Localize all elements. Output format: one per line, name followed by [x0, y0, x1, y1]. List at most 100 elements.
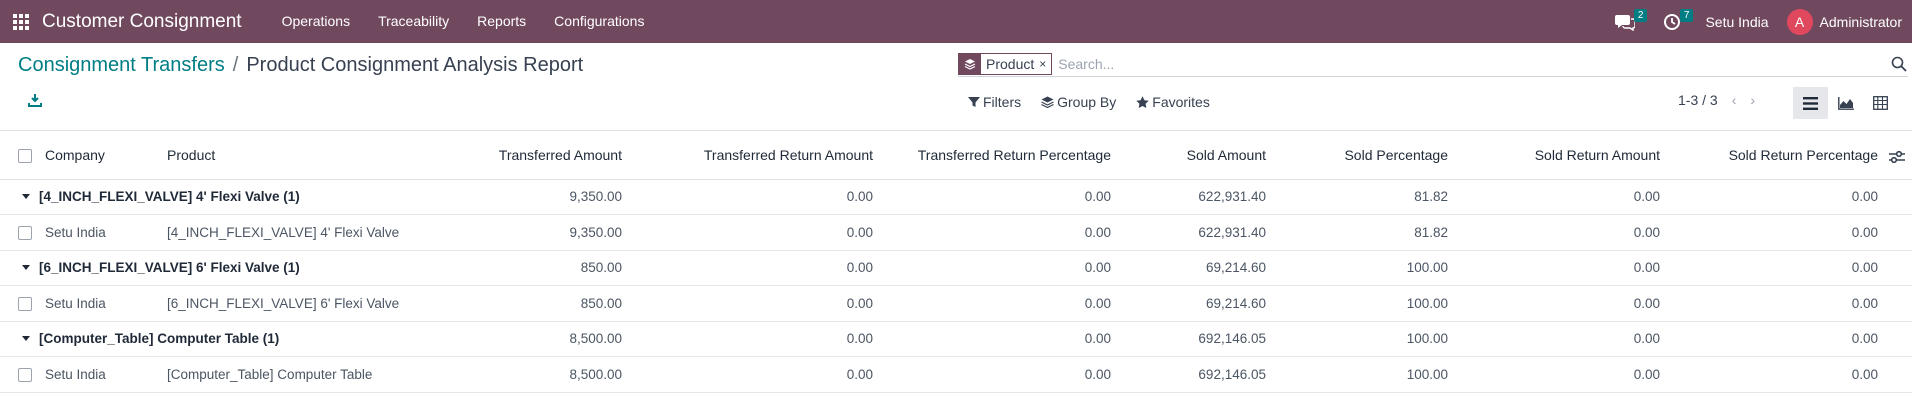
search-facet-product[interactable]: Product ×: [958, 52, 1053, 75]
table-row[interactable]: Setu India [Computer_Table] Computer Tab…: [0, 356, 1912, 392]
cell-transferred-return-percentage: 0.00: [1084, 366, 1111, 382]
pivot-view-icon: [1873, 96, 1888, 110]
cell-product: [6_INCH_FLEXI_VALVE] 6' Flexi Valve: [167, 295, 400, 311]
menu-configurations[interactable]: Configurations: [540, 0, 658, 43]
pager: 1-3 / 3 ‹ ›: [1678, 92, 1755, 108]
cell-product: [Computer_Table] Computer Table: [167, 366, 373, 382]
cell-sold-return-percentage: 0.00: [1851, 295, 1878, 311]
group-by-layers-icon: [959, 52, 981, 75]
cell-transferred-return-percentage: 0.00: [1084, 295, 1111, 311]
column-header-sold-amount[interactable]: Sold Amount: [1123, 131, 1278, 179]
cell-transferred-amount: 9,350.00: [569, 224, 622, 240]
column-header-sold-return-amount[interactable]: Sold Return Amount: [1460, 131, 1672, 179]
cell-sold-amount: 622,931.40: [1198, 224, 1266, 240]
column-header-sold-return-percentage[interactable]: Sold Return Percentage: [1672, 131, 1912, 179]
messages-count-badge: 2: [1633, 9, 1648, 22]
table-row[interactable]: Setu India [6_INCH_FLEXI_VALVE] 6' Flexi…: [0, 285, 1912, 321]
graph-view-button[interactable]: [1828, 87, 1863, 119]
breadcrumb-parent-link[interactable]: Consignment Transfers: [18, 54, 225, 77]
cell-transferred-return-amount: 0.00: [846, 366, 873, 382]
menu-traceability[interactable]: Traceability: [364, 0, 463, 43]
optional-columns-icon[interactable]: [1888, 150, 1906, 164]
select-all-checkbox[interactable]: [18, 148, 32, 163]
cell-sold-return-amount: 0.00: [1633, 295, 1660, 311]
group-by-label: Group By: [1057, 94, 1117, 110]
column-header-transferred-return-amount[interactable]: Transferred Return Amount: [634, 131, 885, 179]
group-sold-return-percentage: 0.00: [1851, 260, 1878, 275]
group-sold-amount: 622,931.40: [1198, 189, 1266, 204]
cell-transferred-return-amount: 0.00: [846, 224, 873, 240]
layers-icon: [1041, 96, 1054, 108]
favorites-button[interactable]: Favorites: [1136, 94, 1210, 110]
row-select-cell: [0, 356, 39, 392]
group-sold-return-amount: 0.00: [1633, 331, 1660, 346]
filters-button[interactable]: Filters: [968, 94, 1021, 110]
activities-button[interactable]: 7: [1649, 0, 1695, 43]
pager-value[interactable]: 1-3 / 3: [1678, 92, 1718, 108]
group-by-button[interactable]: Group By: [1041, 94, 1116, 110]
search-bar: Product ×: [958, 51, 1908, 77]
search-input[interactable]: [1058, 52, 1890, 75]
select-all-cell: [0, 131, 39, 179]
pager-next-icon[interactable]: ›: [1750, 92, 1755, 108]
cell-transferred-amount: 8,500.00: [569, 366, 622, 382]
group-sold-return-amount: 0.00: [1633, 189, 1660, 204]
search-icon[interactable]: [1890, 55, 1908, 73]
group-row[interactable]: [4_INCH_FLEXI_VALVE] 4' Flexi Valve (1) …: [0, 179, 1912, 214]
group-transferred-amount: 850.00: [580, 260, 622, 275]
group-sold-amount: 692,146.05: [1198, 331, 1266, 346]
group-row[interactable]: [Computer_Table] Computer Table (1) 8,50…: [0, 321, 1912, 356]
clock-icon: [1664, 13, 1681, 30]
graph-view-icon: [1837, 96, 1854, 110]
menu-operations[interactable]: Operations: [268, 0, 364, 43]
row-checkbox[interactable]: [18, 296, 32, 311]
caret-down-icon: [22, 193, 30, 199]
table-row[interactable]: Setu India [4_INCH_FLEXI_VALVE] 4' Flexi…: [0, 214, 1912, 250]
filter-bar: Filters Group By Favorites: [968, 91, 1230, 113]
menu-reports[interactable]: Reports: [463, 0, 540, 43]
row-select-cell: [0, 214, 39, 250]
group-row[interactable]: [6_INCH_FLEXI_VALVE] 6' Flexi Valve (1) …: [0, 250, 1912, 285]
report-table: Company Product Transferred Amount Trans…: [0, 131, 1912, 393]
company-switcher[interactable]: Setu India: [1695, 14, 1786, 30]
column-header-company[interactable]: Company: [39, 131, 159, 179]
caret-down-icon: [22, 264, 30, 270]
row-checkbox[interactable]: [18, 367, 32, 382]
cell-transferred-return-amount: 0.00: [846, 295, 873, 311]
filters-label: Filters: [983, 94, 1022, 110]
page-title: Product Consignment Analysis Report: [246, 54, 584, 76]
group-label-cell: [6_INCH_FLEXI_VALVE] 6' Flexi Valve (1): [0, 250, 405, 285]
group-transferred-return-amount: 0.00: [846, 260, 873, 275]
view-switcher: [1793, 87, 1898, 119]
breadcrumb-separator: /: [232, 54, 239, 76]
row-checkbox[interactable]: [18, 225, 32, 240]
column-header-transferred-return-percentage[interactable]: Transferred Return Percentage: [885, 131, 1123, 179]
group-transferred-return-percentage: 0.00: [1084, 331, 1111, 346]
pivot-view-button[interactable]: [1863, 87, 1898, 119]
list-view-button[interactable]: [1793, 87, 1828, 119]
top-navbar: Customer Consignment Operations Traceabi…: [0, 0, 1912, 43]
download-button[interactable]: [28, 93, 42, 107]
activities-count-badge: 7: [1679, 9, 1694, 22]
cell-sold-percentage: 100.00: [1406, 295, 1448, 311]
group-transferred-return-amount: 0.00: [846, 189, 873, 204]
cell-sold-amount: 69,214.60: [1205, 295, 1266, 311]
table-header-row: Company Product Transferred Amount Trans…: [0, 131, 1912, 179]
column-header-transferred-amount[interactable]: Transferred Amount: [405, 131, 634, 179]
group-transferred-amount: 9,350.00: [569, 189, 622, 204]
app-title[interactable]: Customer Consignment: [42, 11, 242, 33]
group-transferred-amount: 8,500.00: [569, 331, 622, 346]
messaging-button[interactable]: 2: [1601, 0, 1649, 43]
list-view-icon: [1803, 96, 1818, 110]
facet-remove-icon[interactable]: ×: [1039, 57, 1051, 71]
group-sold-percentage: 100.00: [1406, 260, 1448, 275]
user-menu[interactable]: A Administrator: [1786, 8, 1912, 35]
column-header-product[interactable]: Product: [159, 131, 405, 179]
cell-sold-return-amount: 0.00: [1633, 366, 1660, 382]
user-name: Administrator: [1819, 13, 1902, 30]
pager-previous-icon[interactable]: ‹: [1732, 92, 1737, 108]
chat-icon: [1615, 14, 1636, 31]
breadcrumb: Consignment Transfers / Product Consignm…: [18, 54, 583, 77]
column-header-sold-percentage[interactable]: Sold Percentage: [1278, 131, 1460, 179]
apps-menu-icon[interactable]: [0, 0, 42, 43]
